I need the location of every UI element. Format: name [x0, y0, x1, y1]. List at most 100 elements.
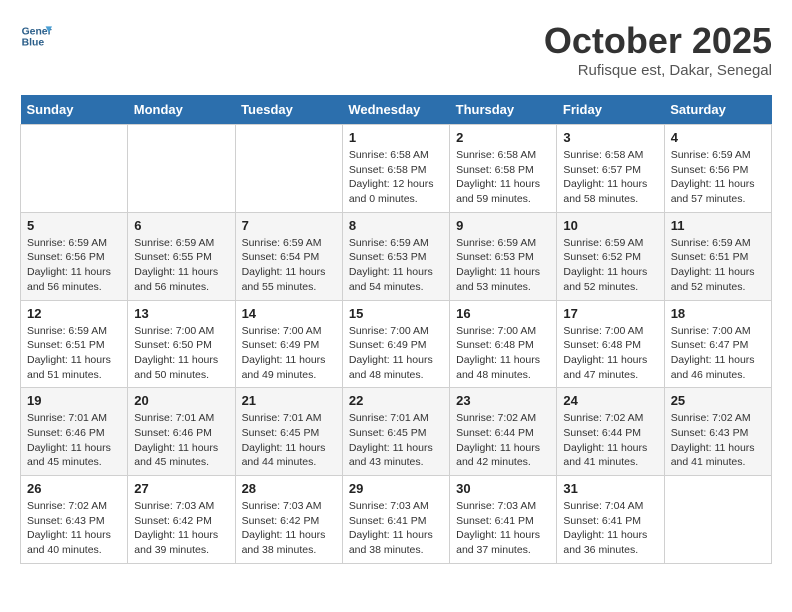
- day-info: Sunrise: 7:01 AM Sunset: 6:46 PM Dayligh…: [27, 411, 121, 470]
- day-number: 19: [27, 393, 121, 408]
- table-row: 19 Sunrise: 7:01 AM Sunset: 6:46 PM Dayli…: [21, 388, 128, 476]
- header-saturday: Saturday: [664, 95, 771, 125]
- table-row: 22Sunrise: 7:01 AM Sunset: 6:45 PM Dayli…: [342, 388, 449, 476]
- svg-text:Blue: Blue: [22, 38, 45, 49]
- table-row: 3Sunrise: 6:58 AM Sunset: 6:57 PM Daylig…: [557, 125, 664, 213]
- table-row: 7 Sunrise: 6:59 AM Sunset: 6:54 PM Daylig…: [235, 212, 342, 300]
- day-info: Sunrise: 7:03 AM Sunset: 6:41 PM Dayligh…: [349, 499, 443, 558]
- day-info: Sunrise: 6:58 AM Sunset: 6:58 PM Dayligh…: [456, 148, 550, 207]
- calendar-header-row: Sunday Monday Tuesday Wednesday Thursday…: [21, 95, 772, 125]
- logo-icon: General Blue: [20, 20, 52, 52]
- table-row: 11 Sunrise: 6:59 AM Sunset: 6:51 PM Dayli…: [664, 212, 771, 300]
- day-number: 4: [671, 130, 765, 145]
- day-number: 23: [456, 393, 550, 408]
- table-row: 14Sunrise: 7:00 AM Sunset: 6:49 PM Dayli…: [235, 300, 342, 388]
- day-number: 18: [671, 306, 765, 321]
- table-row: 6 Sunrise: 6:59 AM Sunset: 6:55 PM Daylig…: [128, 212, 235, 300]
- day-info: Sunrise: 7:03 AM Sunset: 6:41 PM Dayligh…: [456, 499, 550, 558]
- table-row: 31Sunrise: 7:04 AM Sunset: 6:41 PM Dayli…: [557, 476, 664, 564]
- table-row: 4 Sunrise: 6:59 AM Sunset: 6:56 PM Daylig…: [664, 125, 771, 213]
- day-info: Sunrise: 7:00 AM Sunset: 6:48 PM Dayligh…: [563, 324, 657, 383]
- table-row: 28Sunrise: 7:03 AM Sunset: 6:42 PM Dayli…: [235, 476, 342, 564]
- day-info: Sunrise: 7:00 AM Sunset: 6:50 PM Dayligh…: [134, 324, 228, 383]
- day-number: 20: [134, 393, 228, 408]
- day-number: 30: [456, 481, 550, 496]
- day-info: Sunrise: 7:01 AM Sunset: 6:45 PM Dayligh…: [349, 411, 443, 470]
- table-row: 10Sunrise: 6:59 AM Sunset: 6:52 PM Dayli…: [557, 212, 664, 300]
- table-row: 15 Sunrise: 7:00 AM Sunset: 6:49 PM Dayli…: [342, 300, 449, 388]
- day-info: Sunrise: 6:59 AM Sunset: 6:54 PM Dayligh…: [242, 236, 336, 295]
- day-info: Sunrise: 6:59 AM Sunset: 6:51 PM Dayligh…: [671, 236, 765, 295]
- header-tuesday: Tuesday: [235, 95, 342, 125]
- day-number: 12: [27, 306, 121, 321]
- month-title: October 2025: [544, 20, 772, 62]
- day-number: 13: [134, 306, 228, 321]
- title-section: October 2025 Rufisque est, Dakar, Senega…: [544, 20, 772, 79]
- day-info: Sunrise: 6:59 AM Sunset: 6:52 PM Dayligh…: [563, 236, 657, 295]
- day-number: 21: [242, 393, 336, 408]
- calendar-table: Sunday Monday Tuesday Wednesday Thursday…: [20, 95, 772, 564]
- day-number: 24: [563, 393, 657, 408]
- table-row: 20Sunrise: 7:01 AM Sunset: 6:46 PM Dayli…: [128, 388, 235, 476]
- calendar-week-row: 12 Sunrise: 6:59 AM Sunset: 6:51 PM Dayli…: [21, 300, 772, 388]
- table-row: 29 Sunrise: 7:03 AM Sunset: 6:41 PM Dayli…: [342, 476, 449, 564]
- header-friday: Friday: [557, 95, 664, 125]
- day-info: Sunrise: 7:02 AM Sunset: 6:44 PM Dayligh…: [456, 411, 550, 470]
- calendar-week-row: 26Sunrise: 7:02 AM Sunset: 6:43 PM Dayli…: [21, 476, 772, 564]
- day-info: Sunrise: 7:02 AM Sunset: 6:44 PM Dayligh…: [563, 411, 657, 470]
- location-subtitle: Rufisque est, Dakar, Senegal: [544, 62, 772, 79]
- day-number: 5: [27, 218, 121, 233]
- day-number: 25: [671, 393, 765, 408]
- table-row: 25 Sunrise: 7:02 AM Sunset: 6:43 PM Dayli…: [664, 388, 771, 476]
- day-number: 31: [563, 481, 657, 496]
- day-number: 27: [134, 481, 228, 496]
- table-row: 26Sunrise: 7:02 AM Sunset: 6:43 PM Dayli…: [21, 476, 128, 564]
- table-row: [664, 476, 771, 564]
- day-info: Sunrise: 7:00 AM Sunset: 6:47 PM Dayligh…: [671, 324, 765, 383]
- day-number: 9: [456, 218, 550, 233]
- table-row: 27 Sunrise: 7:03 AM Sunset: 6:42 PM Dayli…: [128, 476, 235, 564]
- day-info: Sunrise: 7:03 AM Sunset: 6:42 PM Dayligh…: [242, 499, 336, 558]
- table-row: 23 Sunrise: 7:02 AM Sunset: 6:44 PM Dayli…: [450, 388, 557, 476]
- page-header: General Blue October 2025 Rufisque est, …: [20, 20, 772, 79]
- day-info: Sunrise: 6:59 AM Sunset: 6:56 PM Dayligh…: [27, 236, 121, 295]
- table-row: [128, 125, 235, 213]
- table-row: 18 Sunrise: 7:00 AM Sunset: 6:47 PM Dayli…: [664, 300, 771, 388]
- table-row: 9Sunrise: 6:59 AM Sunset: 6:53 PM Daylig…: [450, 212, 557, 300]
- header-thursday: Thursday: [450, 95, 557, 125]
- table-row: 16Sunrise: 7:00 AM Sunset: 6:48 PM Dayli…: [450, 300, 557, 388]
- day-number: 16: [456, 306, 550, 321]
- day-number: 15: [349, 306, 443, 321]
- day-info: Sunrise: 6:59 AM Sunset: 6:53 PM Dayligh…: [349, 236, 443, 295]
- table-row: [21, 125, 128, 213]
- table-row: [235, 125, 342, 213]
- day-info: Sunrise: 7:02 AM Sunset: 6:43 PM Dayligh…: [671, 411, 765, 470]
- header-wednesday: Wednesday: [342, 95, 449, 125]
- table-row: 21Sunrise: 7:01 AM Sunset: 6:45 PM Dayli…: [235, 388, 342, 476]
- table-row: 13 Sunrise: 7:00 AM Sunset: 6:50 PM Dayli…: [128, 300, 235, 388]
- day-number: 14: [242, 306, 336, 321]
- calendar-week-row: 5 Sunrise: 6:59 AM Sunset: 6:56 PM Daylig…: [21, 212, 772, 300]
- header-monday: Monday: [128, 95, 235, 125]
- day-info: Sunrise: 6:59 AM Sunset: 6:55 PM Dayligh…: [134, 236, 228, 295]
- day-number: 11: [671, 218, 765, 233]
- day-number: 8: [349, 218, 443, 233]
- day-info: Sunrise: 6:59 AM Sunset: 6:56 PM Dayligh…: [671, 148, 765, 207]
- day-info: Sunrise: 7:02 AM Sunset: 6:43 PM Dayligh…: [27, 499, 121, 558]
- logo: General Blue: [20, 20, 52, 52]
- day-info: Sunrise: 7:03 AM Sunset: 6:42 PM Dayligh…: [134, 499, 228, 558]
- day-info: Sunrise: 6:59 AM Sunset: 6:51 PM Dayligh…: [27, 324, 121, 383]
- day-info: Sunrise: 6:58 AM Sunset: 6:58 PM Dayligh…: [349, 148, 443, 207]
- day-info: Sunrise: 6:58 AM Sunset: 6:57 PM Dayligh…: [563, 148, 657, 207]
- day-info: Sunrise: 7:00 AM Sunset: 6:49 PM Dayligh…: [349, 324, 443, 383]
- day-number: 29: [349, 481, 443, 496]
- day-number: 6: [134, 218, 228, 233]
- day-number: 2: [456, 130, 550, 145]
- day-number: 7: [242, 218, 336, 233]
- day-number: 1: [349, 130, 443, 145]
- calendar-week-row: 1 Sunrise: 6:58 AM Sunset: 6:58 PM Daylig…: [21, 125, 772, 213]
- header-sunday: Sunday: [21, 95, 128, 125]
- table-row: 24 Sunrise: 7:02 AM Sunset: 6:44 PM Dayli…: [557, 388, 664, 476]
- table-row: 17 Sunrise: 7:00 AM Sunset: 6:48 PM Dayli…: [557, 300, 664, 388]
- day-number: 17: [563, 306, 657, 321]
